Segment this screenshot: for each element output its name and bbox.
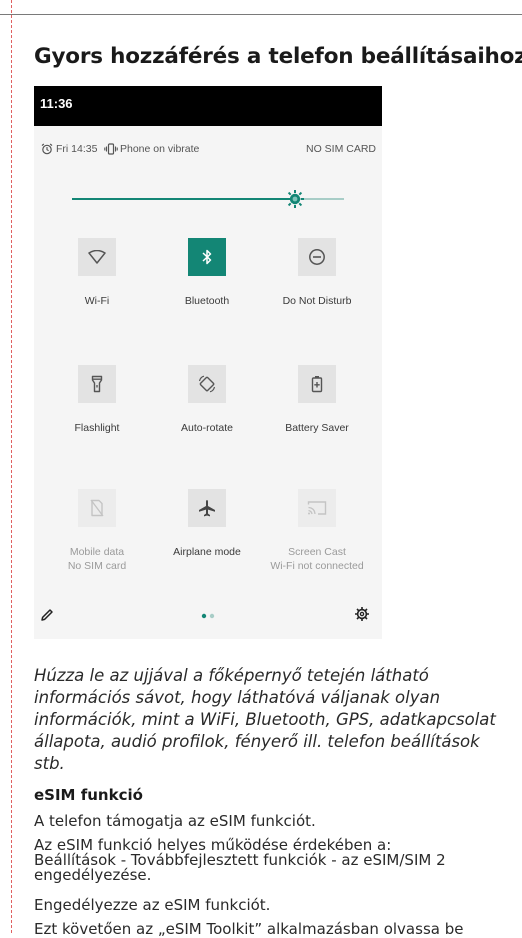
vibrate-text: Phone on vibrate <box>120 143 200 155</box>
top-rule <box>0 14 522 15</box>
tile-mobile-data[interactable]: Mobile data No SIM card <box>42 489 152 572</box>
tile-auto-rotate[interactable]: Auto-rotate <box>152 365 262 445</box>
mobile-data-icon <box>78 489 116 527</box>
quick-settings-header: Fri 14:35 Phone on vibrate NO SIM CARD <box>34 126 382 182</box>
alarm-text: Fri 14:35 <box>56 143 98 155</box>
esim-line-2c: engedélyezése. <box>34 866 152 884</box>
wifi-icon <box>78 238 116 276</box>
status-time: 11:36 <box>40 96 73 111</box>
paragraph-line: stb. <box>34 754 65 773</box>
instruction-paragraph: Húzza le az ujjával a főképernyő tetején… <box>34 665 522 775</box>
paragraph-line: Húzza le az ujjával a főképernyő tetején… <box>34 666 429 685</box>
tile-label: Auto-rotate <box>181 422 233 434</box>
esim-line-4: Ezt követően az „eSIM Toolkit” alkalmazá… <box>34 920 464 938</box>
vibrate-icon <box>104 143 118 155</box>
tile-label: Flashlight <box>74 422 120 434</box>
tile-do-not-disturb[interactable]: Do Not Disturb <box>262 238 372 318</box>
tile-label: Bluetooth <box>184 295 230 307</box>
tile-label: Wi-Fi <box>84 295 110 307</box>
tile-airplane-mode[interactable]: Airplane mode <box>152 489 262 569</box>
phone-screenshot: 11:36 Fri 14:35 Phone on vibrate NO SIM … <box>34 86 382 639</box>
tile-battery-saver[interactable]: Battery Saver <box>262 365 372 445</box>
tile-wifi[interactable]: Wi-Fi <box>42 238 152 318</box>
brightness-track-active <box>72 198 295 200</box>
tile-bluetooth[interactable]: Bluetooth <box>152 238 262 318</box>
brightness-thumb-icon[interactable] <box>285 189 305 209</box>
esim-section-title: eSIM funkció <box>34 786 143 804</box>
do-not-disturb-icon <box>298 238 336 276</box>
tile-label: Do Not Disturb <box>282 295 352 307</box>
battery-saver-icon <box>298 365 336 403</box>
paragraph-line: állapota, audió profilok, fényerő ill. t… <box>34 732 480 751</box>
status-bar: 11:36 <box>34 86 382 126</box>
airplane-icon <box>188 489 226 527</box>
page-heading: Gyors hozzáférés a telefon beállításaiho… <box>34 44 522 69</box>
edit-pencil-icon[interactable] <box>40 608 54 622</box>
paragraph-line: információk, mint a WiFi, Bluetooth, GPS… <box>34 710 496 729</box>
flashlight-icon <box>78 365 116 403</box>
esim-line-3: Engedélyezze az eSIM funkciót. <box>34 896 271 914</box>
page-indicator-dots <box>201 613 215 619</box>
quick-settings-footer <box>34 600 382 636</box>
auto-rotate-icon <box>188 365 226 403</box>
paragraph-line: információs sávot, hogy láthatóvá váljan… <box>34 688 441 707</box>
sim-status-text: NO SIM CARD <box>305 143 376 155</box>
tile-sublabel: Wi-Fi not connected <box>270 560 364 572</box>
tile-label: Screen Cast <box>288 546 346 558</box>
settings-gear-icon[interactable] <box>354 606 370 622</box>
screen-cast-icon <box>298 489 336 527</box>
tile-flashlight[interactable]: Flashlight <box>42 365 152 445</box>
margin-rule <box>11 0 12 933</box>
brightness-slider[interactable] <box>72 188 344 210</box>
tile-screen-cast[interactable]: Screen Cast Wi-Fi not connected <box>262 489 372 572</box>
tile-label: Airplane mode <box>173 546 241 558</box>
bluetooth-icon <box>188 238 226 276</box>
alarm-icon <box>41 143 53 155</box>
esim-line-1: A telefon támogatja az eSIM funkciót. <box>34 812 316 830</box>
tile-sublabel: No SIM card <box>67 560 127 572</box>
tile-label: Battery Saver <box>285 422 349 434</box>
tile-label: Mobile data <box>69 546 125 558</box>
